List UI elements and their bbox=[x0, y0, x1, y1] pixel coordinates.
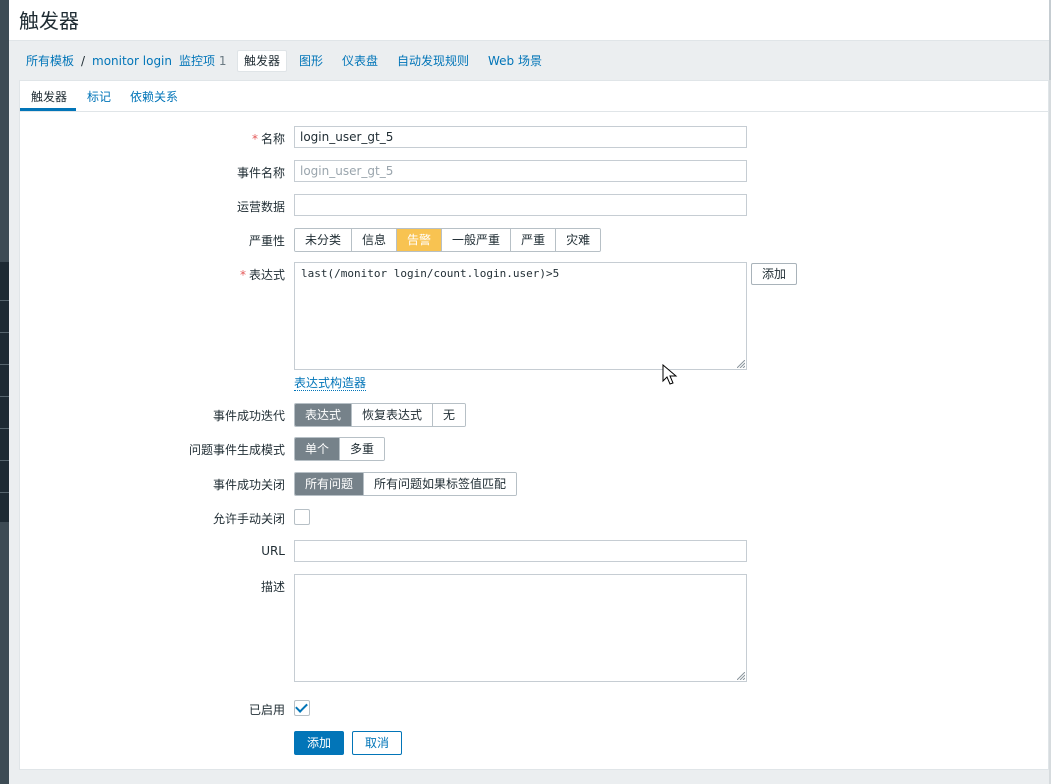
sidebar-divider bbox=[0, 332, 9, 333]
name-input[interactable]: login_user_gt_5 bbox=[294, 126, 747, 148]
nav-items-link[interactable]: 监控项 1 bbox=[179, 51, 226, 71]
checkmark-icon bbox=[295, 700, 308, 713]
name-label: * 名称 bbox=[251, 132, 285, 146]
problem-mode-multiple[interactable]: 多重 bbox=[340, 438, 385, 460]
form-tabs: 触发器 标记 依赖关系 bbox=[20, 81, 1048, 112]
add-button[interactable]: 添加 bbox=[294, 731, 345, 755]
breadcrumb-all-templates[interactable]: 所有模板 bbox=[26, 51, 74, 71]
tab-tags[interactable]: 标记 bbox=[87, 88, 111, 105]
severity-label: 严重性 bbox=[248, 234, 285, 248]
severity-high[interactable]: 严重 bbox=[511, 229, 557, 251]
severity-not-classified[interactable]: 未分类 bbox=[295, 229, 353, 251]
ok-event-gen-recovery[interactable]: 恢复表达式 bbox=[352, 404, 434, 426]
nav-graphs-link[interactable]: 图形 bbox=[299, 51, 323, 71]
ok-close-selector: 所有问题 所有问题如果标签值匹配 bbox=[294, 472, 518, 496]
opdata-label: 运营数据 bbox=[236, 200, 285, 214]
ok-event-gen-expression[interactable]: 表达式 bbox=[295, 404, 353, 426]
nav-items-count: 1 bbox=[218, 54, 227, 68]
tab-dependencies[interactable]: 依赖关系 bbox=[130, 88, 178, 105]
expression-add-button[interactable]: 添加 bbox=[751, 263, 798, 285]
expression-constructor-link[interactable]: 表达式构造器 bbox=[294, 376, 367, 391]
expression-label: * 表达式 bbox=[239, 268, 285, 282]
event-name-input[interactable]: login_user_gt_5 bbox=[294, 160, 747, 182]
severity-disaster[interactable]: 灾难 bbox=[556, 229, 601, 251]
breadcrumb-nav: 所有模板 / monitor login 监控项 1 触发器 图形 仪表盘 自动… bbox=[9, 41, 1049, 79]
resize-grip-icon[interactable] bbox=[737, 360, 745, 368]
nav-discovery-rules-link[interactable]: 自动发现规则 bbox=[397, 51, 469, 71]
problem-mode-single[interactable]: 单个 bbox=[295, 438, 341, 460]
sidebar-dark-block bbox=[0, 262, 9, 522]
sidebar-divider bbox=[0, 428, 9, 429]
url-input[interactable] bbox=[294, 540, 747, 562]
page-title: 触发器 bbox=[19, 9, 79, 33]
enabled-label: 已启用 bbox=[248, 703, 285, 717]
breadcrumb-template-name[interactable]: monitor login bbox=[92, 51, 172, 71]
nav-items-label: 监控项 bbox=[179, 54, 216, 68]
sidebar-divider bbox=[0, 492, 9, 493]
active-tab-indicator bbox=[20, 108, 76, 111]
manual-close-checkbox[interactable] bbox=[294, 509, 310, 525]
ok-event-gen-none[interactable]: 无 bbox=[433, 404, 466, 426]
sidebar-divider bbox=[0, 396, 9, 397]
left-sidebar-edge bbox=[0, 0, 9, 784]
severity-average[interactable]: 一般严重 bbox=[442, 229, 512, 251]
resize-grip-icon[interactable] bbox=[737, 672, 745, 680]
severity-warning[interactable]: 告警 bbox=[397, 229, 443, 251]
ok-event-gen-selector: 表达式 恢复表达式 无 bbox=[294, 403, 467, 427]
tab-trigger[interactable]: 触发器 bbox=[31, 88, 67, 105]
problem-mode-selector: 单个 多重 bbox=[294, 437, 386, 461]
expression-textarea[interactable]: last(/monitor login/count.login.user)>5 bbox=[294, 262, 747, 370]
problem-mode-label: 问题事件生成模式 bbox=[188, 443, 285, 457]
ok-event-gen-label: 事件成功迭代 bbox=[212, 409, 285, 423]
cancel-button[interactable]: 取消 bbox=[352, 731, 403, 755]
sidebar-divider bbox=[0, 364, 9, 365]
sidebar-divider bbox=[0, 460, 9, 461]
manual-close-label: 允许手动关闭 bbox=[212, 512, 285, 526]
page-header: 触发器 bbox=[9, 0, 1049, 41]
description-textarea[interactable] bbox=[294, 574, 747, 682]
ok-close-all[interactable]: 所有问题 bbox=[295, 473, 365, 495]
sidebar-divider bbox=[0, 300, 9, 301]
opdata-input[interactable] bbox=[294, 194, 747, 216]
description-label: 描述 bbox=[260, 580, 285, 594]
severity-selector: 未分类 信息 告警 一般严重 严重 灾难 bbox=[294, 228, 602, 252]
ok-close-tag-match[interactable]: 所有问题如果标签值匹配 bbox=[364, 473, 517, 495]
nav-triggers-tab[interactable]: 触发器 bbox=[237, 50, 288, 72]
required-mark: * bbox=[251, 132, 258, 146]
required-mark: * bbox=[239, 268, 246, 282]
url-label: URL bbox=[261, 544, 285, 558]
enabled-checkbox[interactable] bbox=[294, 700, 310, 716]
nav-web-scenarios-link[interactable]: Web 场景 bbox=[488, 51, 542, 71]
mouse-cursor-icon bbox=[662, 364, 678, 385]
event-name-label: 事件名称 bbox=[236, 166, 285, 180]
severity-information[interactable]: 信息 bbox=[352, 229, 398, 251]
nav-dashboards-link[interactable]: 仪表盘 bbox=[342, 51, 378, 71]
ok-close-label: 事件成功关闭 bbox=[212, 478, 285, 492]
breadcrumb-separator: / bbox=[81, 54, 86, 68]
